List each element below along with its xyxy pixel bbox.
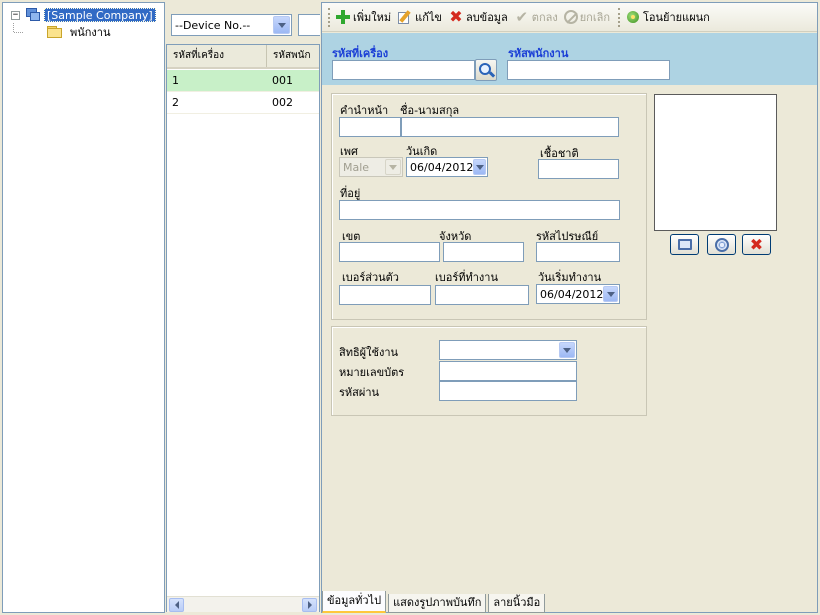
check-icon: ✔ (515, 8, 529, 26)
transfer-department-label: โอนย้ายแผนก (643, 11, 710, 24)
ok-button-label: ตกลง (531, 11, 558, 24)
gender-value: Male (343, 160, 370, 174)
add-button[interactable]: เพิ่มใหม่ (335, 6, 391, 28)
delete-x-icon: ✖ (449, 7, 463, 26)
cell-machine-id: 1 (172, 74, 179, 87)
chevron-down-icon[interactable] (559, 342, 575, 358)
tab-fingerprint[interactable]: ลายนิ้วมือ (488, 594, 546, 613)
postal-code-input[interactable] (536, 242, 620, 262)
employee-photo (654, 94, 777, 231)
device-number-dropdown[interactable]: --Device No.-- (171, 14, 292, 36)
cancel-button[interactable]: ยกเลิก (563, 6, 610, 28)
toolbar-grip[interactable] (328, 7, 331, 27)
password-label: รหัสผ่าน (339, 386, 380, 399)
tree-node-company-label[interactable]: [Sample Company] (44, 8, 156, 22)
cell-employee-code: 002 (272, 96, 293, 109)
edit-button-label: แก้ไข (415, 11, 442, 24)
remove-photo-button[interactable]: ✖ (742, 234, 771, 255)
edit-button[interactable]: แก้ไข (397, 6, 442, 28)
transfer-department-button[interactable]: โอนย้ายแผนก (625, 6, 710, 28)
nationality-input[interactable] (538, 159, 619, 179)
toolbar: เพิ่มใหม่ แก้ไข ✖ ลบข้อมูล ✔ ตกลง ยกเลิก… (322, 3, 817, 32)
delete-button-label: ลบข้อมูล (465, 11, 508, 24)
work-phone-label: เบอร์ที่ทำงาน (435, 271, 499, 284)
plus-icon (335, 9, 351, 25)
machine-id-search-button[interactable] (475, 59, 497, 81)
org-tree[interactable]: − [Sample Company] พนักงาน (2, 2, 165, 613)
edit-icon (397, 9, 413, 25)
birthdate-value: 06/04/2012 (410, 160, 474, 174)
browse-photo-button[interactable] (670, 234, 699, 255)
privilege-dropdown[interactable] (439, 340, 577, 360)
column-header-machine-id[interactable]: รหัสที่เครื่อง (167, 45, 267, 67)
machine-id-input[interactable] (332, 60, 475, 80)
tab-record-photos[interactable]: แสดงรูปภาพบันทึก (388, 594, 487, 613)
table-row[interactable]: 2 002 (167, 92, 319, 114)
start-date-picker[interactable]: 06/04/2012 (536, 284, 620, 304)
device-number-value: --Device No.-- (175, 18, 251, 32)
grid-header: รหัสที่เครื่อง รหัสพนัก (167, 45, 319, 69)
tree-node-employees-label[interactable]: พนักงาน (70, 23, 111, 41)
picture-frame-icon (677, 239, 692, 250)
tree-node-company[interactable]: − [Sample Company] (11, 7, 156, 23)
personal-phone-label: เบอร์ส่วนตัว (342, 271, 399, 284)
password-input[interactable] (439, 381, 577, 401)
scroll-right-icon[interactable] (302, 598, 317, 612)
prefix-input[interactable] (339, 117, 401, 137)
tree-node-employees[interactable]: พนักงาน (43, 24, 111, 40)
ok-button[interactable]: ✔ ตกลง (514, 6, 558, 28)
table-row[interactable]: 1 001 (167, 70, 319, 92)
webcam-capture-button[interactable] (707, 234, 736, 255)
card-number-label: หมายเลขบัตร (339, 366, 405, 379)
province-input[interactable] (443, 242, 524, 262)
detail-tabs: ข้อมูลทั่วไป แสดงรูปภาพบันทึก ลายนิ้วมือ (322, 591, 547, 613)
card-number-input[interactable] (439, 361, 577, 381)
chevron-down-icon[interactable] (603, 286, 618, 302)
cell-employee-code: 001 (272, 74, 293, 87)
privilege-label: สิทธิผู้ใช้งาน (339, 346, 399, 359)
globe-transfer-icon (625, 9, 641, 25)
scroll-left-icon[interactable] (169, 598, 184, 612)
column-header-employee-code[interactable]: รหัสพนัก (267, 45, 319, 67)
employee-code-input[interactable] (507, 60, 670, 80)
employee-grid[interactable]: รหัสที่เครื่อง รหัสพนัก 1 001 2 002 (166, 44, 320, 612)
toolbar-separator (618, 7, 621, 27)
device-search-input[interactable] (298, 14, 320, 36)
delete-x-icon: ✖ (749, 234, 764, 254)
collapse-icon[interactable]: − (11, 10, 20, 20)
company-network-icon (25, 7, 41, 23)
add-button-label: เพิ่มใหม่ (353, 11, 392, 24)
birthdate-picker[interactable]: 06/04/2012 (406, 157, 488, 177)
chevron-down-icon[interactable] (473, 159, 486, 175)
start-date-value: 06/04/2012 (540, 287, 604, 301)
personal-phone-input[interactable] (339, 285, 431, 305)
delete-button[interactable]: ✖ ลบข้อมูล (448, 6, 508, 28)
district-input[interactable] (339, 242, 440, 262)
webcam-icon (714, 237, 729, 252)
folder-icon (47, 26, 62, 38)
chevron-down-icon[interactable] (273, 16, 290, 34)
gender-dropdown[interactable]: Male (339, 157, 403, 177)
tab-general-info[interactable]: ข้อมูลทั่วไป (322, 591, 387, 613)
grid-horizontal-scrollbar[interactable] (167, 596, 319, 612)
no-entry-icon (563, 10, 578, 24)
address-input[interactable] (339, 200, 620, 220)
work-phone-input[interactable] (435, 285, 529, 305)
full-name-input[interactable] (401, 117, 619, 137)
cell-machine-id: 2 (172, 96, 179, 109)
chevron-down-icon[interactable] (385, 159, 401, 175)
cancel-button-label: ยกเลิก (579, 11, 610, 24)
